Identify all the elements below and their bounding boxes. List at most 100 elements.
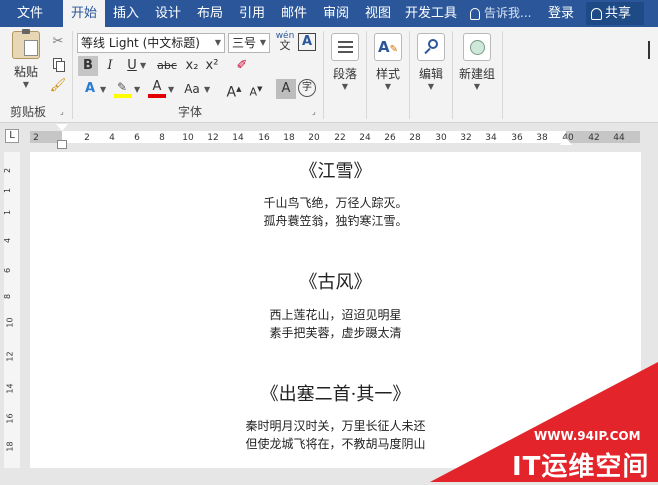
format-painter-icon[interactable]: 🖌	[48, 76, 68, 96]
tab-home[interactable]: 开始	[63, 0, 105, 27]
chevron-down-icon: ▼	[473, 82, 481, 91]
shrink-font-button[interactable]: A▼	[246, 79, 266, 99]
font-name-combobox[interactable]: 等线 Light (中文标题) ▼	[77, 33, 225, 53]
vruler-label: 10	[5, 317, 15, 328]
highlight-color-button[interactable]: ✎	[112, 79, 134, 99]
chevron-down-icon[interactable]: ▼	[100, 85, 106, 94]
poem-line: 西上莲花山，迢迢见明星	[269, 308, 402, 322]
poem-title: 《江雪》	[299, 161, 372, 182]
copy-icon[interactable]	[48, 54, 68, 74]
subscript-button[interactable]: x₂	[182, 56, 202, 76]
character-border-button[interactable]: A	[298, 33, 316, 51]
styles-label: 样式	[375, 67, 400, 81]
vruler-label: 8	[3, 293, 13, 300]
ruler-label: 30	[435, 133, 447, 143]
ruler-label: 2	[84, 133, 90, 143]
chevron-down-icon[interactable]: ▼	[204, 85, 210, 94]
clear-formatting-icon[interactable]: ✐	[232, 56, 252, 76]
vruler-label: 1	[3, 209, 13, 216]
change-case-button[interactable]: Aa	[180, 79, 204, 99]
ruler-label: 10	[182, 133, 194, 143]
indent-marker[interactable]	[56, 124, 68, 150]
watermark-url: WWW.94IP.COM	[534, 429, 641, 443]
tab-layout[interactable]: 布局	[192, 0, 228, 27]
paragraph-icon	[331, 33, 359, 61]
chevron-down-icon[interactable]: ▼	[134, 85, 140, 94]
ruler-label: 22	[334, 133, 346, 143]
ruler-label: 20	[308, 133, 320, 143]
tab-insert[interactable]: 插入	[108, 0, 144, 27]
vruler-label: 4	[3, 237, 13, 244]
tab-design[interactable]: 设计	[150, 0, 186, 27]
editing-label: 编辑	[418, 67, 443, 81]
font-color-button[interactable]: A	[146, 79, 168, 99]
tab-references[interactable]: 引用	[234, 0, 270, 27]
character-shading-button[interactable]: A	[276, 79, 296, 99]
font-size-value: 三号	[232, 36, 257, 50]
vruler-label: 6	[3, 267, 13, 274]
collapse-ribbon-handle[interactable]	[648, 41, 656, 59]
font-color-letter: A	[152, 79, 162, 94]
chevron-down-icon[interactable]: ▼	[140, 61, 146, 70]
tab-file[interactable]: 文件	[4, 0, 56, 27]
phonetic-guide-button[interactable]: wén 文	[275, 31, 295, 53]
login-link[interactable]: 登录	[548, 0, 574, 27]
ruler-label: 12	[207, 133, 219, 143]
group-divider	[72, 31, 73, 119]
tab-review[interactable]: 审阅	[318, 0, 354, 27]
bold-button[interactable]: B	[78, 56, 98, 76]
search-icon	[417, 33, 445, 61]
dialog-launcher-icon[interactable]: ⌟	[312, 107, 316, 116]
editing-button[interactable]: 编辑 ▼	[414, 33, 448, 91]
font-name-value: 等线 Light (中文标题)	[81, 36, 200, 50]
font-group-label: 字体	[178, 105, 203, 119]
vruler-label: 2	[3, 167, 13, 174]
tell-me-box[interactable]: 告诉我...	[470, 0, 531, 27]
paragraph-button[interactable]: 段落 ▼	[328, 33, 362, 91]
ruler-label: 36	[511, 133, 523, 143]
right-indent-marker[interactable]	[560, 138, 572, 145]
tell-me-text: 告诉我...	[484, 6, 532, 20]
group-divider	[502, 31, 503, 119]
vruler-label: 1	[3, 187, 13, 194]
new-group-button[interactable]: 新建组 ▼	[456, 33, 498, 91]
share-button[interactable]: 共享	[586, 2, 644, 25]
circle-icon	[463, 33, 491, 61]
ruler-label: 26	[384, 133, 396, 143]
paste-button[interactable]: 粘贴 ▼	[8, 29, 44, 89]
ruler-label: 38	[536, 133, 548, 143]
ruler-label: 16	[258, 133, 270, 143]
tab-developer[interactable]: 开发工具	[401, 0, 461, 27]
vertical-ruler[interactable]: 2 1 1 4 6 8 10 12 14 16 18	[3, 152, 20, 468]
vruler-label: 16	[5, 413, 15, 424]
italic-button[interactable]: I	[100, 56, 120, 76]
underline-button[interactable]: U	[122, 56, 142, 76]
ruler-label: 18	[283, 133, 295, 143]
strikethrough-button[interactable]: abc	[154, 56, 180, 76]
horizontal-ruler[interactable]: L 2 2 4 6 8 10 12 14 16 18 20 22 24 26 2…	[0, 124, 658, 150]
poem-line: 千山鸟飞绝，万径人踪灭。	[263, 196, 408, 210]
chevron-down-icon[interactable]: ▼	[168, 85, 174, 94]
cut-icon[interactable]: ✂	[48, 32, 68, 52]
ribbon-tab-bar: 文件 开始 插入 设计 布局 引用 邮件 审阅 视图 开发工具 告诉我... 登…	[0, 0, 658, 27]
poem-line: 孤舟蓑笠翁，独钓寒江雪。	[263, 214, 408, 228]
ruler-label: 8	[159, 133, 165, 143]
tab-selector-icon[interactable]: L	[5, 129, 19, 143]
styles-button[interactable]: A✎ 样式 ▼	[371, 33, 405, 91]
font-size-combobox[interactable]: 三号 ▼	[228, 33, 270, 53]
tab-mailings[interactable]: 邮件	[276, 0, 312, 27]
vruler-label: 12	[5, 351, 15, 362]
ribbon-home: 粘贴 ▼ ✂ 🖌 剪贴板 ⌟ 等线 Light (中文标题) ▼ 三号 ▼ wé…	[0, 27, 658, 123]
tab-view[interactable]: 视图	[360, 0, 396, 27]
enclose-characters-button[interactable]: 字	[298, 79, 316, 97]
superscript-button[interactable]: x²	[202, 56, 222, 76]
dialog-launcher-icon[interactable]: ⌟	[60, 107, 64, 116]
highlighter-icon: ✎	[117, 80, 128, 94]
grow-font-button[interactable]: A▲	[224, 79, 244, 101]
watermark-text: IT运维空间	[512, 452, 650, 482]
text-effects-button[interactable]: A	[80, 79, 100, 99]
poem-title: 《古风》	[299, 272, 372, 293]
lightbulb-icon	[470, 7, 480, 20]
person-icon	[591, 7, 602, 20]
paragraph-label: 段落	[332, 67, 357, 81]
